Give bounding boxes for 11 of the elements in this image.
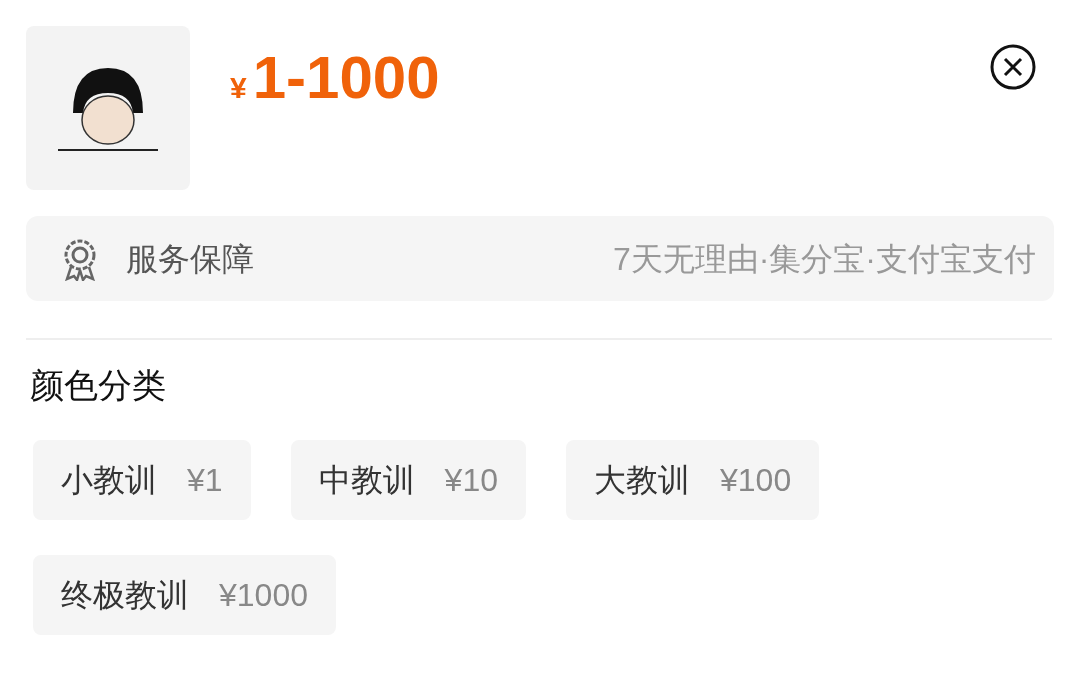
variant-option[interactable]: 小教训 ¥1: [33, 440, 251, 520]
service-label: 服务保障: [126, 239, 254, 279]
currency-symbol: ¥: [230, 70, 247, 106]
price-range: 1-1000: [252, 48, 440, 108]
service-bar[interactable]: 服务保障 7天无理由·集分宝·支付宝支付: [26, 216, 1054, 301]
variant-option[interactable]: 大教训 ¥100: [566, 440, 820, 520]
section-title: 颜色分类: [30, 368, 167, 402]
variant-option[interactable]: 终极教训 ¥1000: [33, 555, 336, 635]
variant-option[interactable]: 中教训 ¥10: [290, 440, 526, 520]
service-details: 7天无理由·集分宝·支付宝支付: [612, 239, 1036, 279]
close-icon[interactable]: [990, 44, 1036, 90]
